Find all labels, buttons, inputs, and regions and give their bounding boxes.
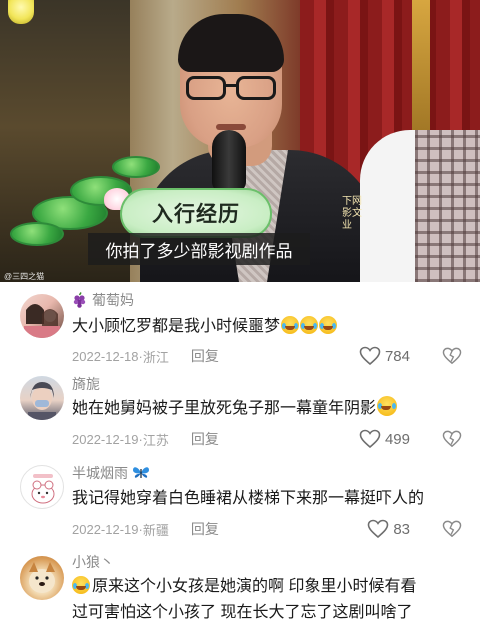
microphone bbox=[212, 130, 246, 192]
comment-location: 浙江 bbox=[142, 349, 169, 365]
subtitle: 你拍了多少部影视剧作品 bbox=[88, 233, 310, 265]
guest-glasses bbox=[186, 76, 278, 102]
butterfly-icon bbox=[133, 467, 149, 478]
video-player[interactable]: 入行经历 你拍了多少部影视剧作品 下网影文业 @三四之猫 bbox=[0, 0, 480, 282]
avatar[interactable] bbox=[20, 376, 64, 420]
dislike-icon[interactable] bbox=[442, 430, 462, 448]
comment-location: 江苏 bbox=[142, 432, 169, 448]
comment-body: 我记得她穿着白色睡裙从楼梯下来那一幕挺吓人的 bbox=[72, 486, 472, 511]
host-plaid-shirt bbox=[415, 130, 480, 282]
comment-list: 葡萄妈 大小顾忆罗都是我小时候噩梦 2022-12-18 · 浙江 回复 784 bbox=[0, 282, 480, 640]
comment-text: 我记得她穿着白色睡裙从楼梯下来那一幕挺吓人的 bbox=[72, 490, 425, 507]
title-card: 入行经历 bbox=[120, 188, 272, 238]
comment-text: 她在她舅妈被子里放死兔子那一幕童年阴影 bbox=[72, 400, 377, 417]
crying-laughing-emoji bbox=[319, 316, 338, 334]
avatar[interactable] bbox=[20, 294, 64, 338]
comment-text: 大小顾忆罗都是我小时候噩梦 bbox=[72, 318, 281, 335]
title-card-text: 入行经历 bbox=[152, 203, 240, 226]
comment-text-line2: 过可害怕这个小孩了 现在长大了忘了这剧叫啥了 bbox=[72, 604, 413, 621]
guest-mouth bbox=[216, 124, 246, 130]
comment-body: 大小顾忆罗都是我小时候噩梦 bbox=[72, 314, 472, 339]
reply-button[interactable]: 回复 bbox=[191, 429, 219, 449]
avatar[interactable] bbox=[20, 556, 64, 600]
crying-face-emoji bbox=[377, 396, 398, 416]
comment-date: 2022-12-18 bbox=[72, 348, 139, 364]
crying-laughing-emoji bbox=[300, 316, 319, 334]
comment-meta: 2022-12-19 · 江苏 回复 499 bbox=[72, 428, 468, 450]
username[interactable]: 旖旎 bbox=[72, 374, 100, 394]
username[interactable]: 葡萄妈 bbox=[92, 290, 134, 310]
heart-icon bbox=[359, 429, 381, 449]
background-sign-text: 下网影文业 bbox=[342, 196, 362, 231]
comment-meta: 2022-12-18 · 浙江 回复 784 bbox=[72, 345, 468, 367]
like-count: 784 bbox=[384, 347, 410, 365]
grape-icon bbox=[73, 292, 86, 308]
like-button[interactable]: 83 bbox=[367, 519, 410, 539]
comment-body: 原来这个小女孩是她演的啊 印象里小时候有看 bbox=[72, 574, 472, 599]
avatar[interactable] bbox=[20, 465, 64, 509]
lotus-leaf bbox=[112, 156, 160, 178]
heart-icon bbox=[359, 346, 381, 366]
reply-button[interactable]: 回复 bbox=[191, 346, 219, 366]
comment-body-continued: 过可害怕这个小孩了 现在长大了忘了这剧叫啥了 bbox=[72, 600, 472, 625]
username[interactable]: 半城烟雨 bbox=[72, 463, 128, 483]
like-button[interactable]: 499 bbox=[359, 429, 410, 449]
lotus-leaf bbox=[10, 222, 64, 246]
guest-hair bbox=[178, 14, 284, 72]
like-count: 83 bbox=[393, 520, 410, 538]
dislike-icon[interactable] bbox=[442, 347, 462, 365]
crying-face-emoji bbox=[72, 576, 90, 594]
crying-laughing-emoji bbox=[281, 316, 300, 334]
comment-date: 2022-12-19 bbox=[72, 521, 139, 537]
comment-meta: 2022-12-19 · 新疆 回复 83 bbox=[72, 518, 468, 540]
like-button[interactable]: 784 bbox=[359, 346, 410, 366]
dislike-icon[interactable] bbox=[442, 520, 462, 538]
heart-icon bbox=[368, 519, 389, 539]
stage-lamp bbox=[8, 0, 34, 24]
comment-date: 2022-12-19 bbox=[72, 431, 139, 447]
subtitle-text: 你拍了多少部影视剧作品 bbox=[105, 241, 293, 261]
reply-button[interactable]: 回复 bbox=[191, 519, 219, 539]
comment-location: 新疆 bbox=[142, 522, 169, 538]
watermark: @三四之猫 bbox=[4, 272, 45, 281]
comment-body: 她在她舅妈被子里放死兔子那一幕童年阴影 bbox=[72, 396, 472, 421]
like-count: 499 bbox=[384, 430, 410, 448]
username[interactable]: 小狼丶 bbox=[72, 552, 114, 572]
comment-text-line1: 原来这个小女孩是她演的啊 印象里小时候有看 bbox=[92, 578, 417, 595]
